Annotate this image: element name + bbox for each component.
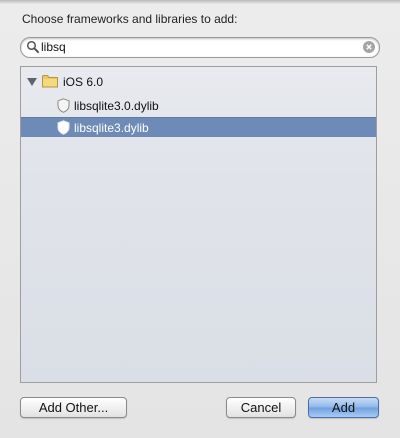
search-input[interactable] [41, 39, 361, 55]
magnifier-icon [26, 40, 39, 53]
folder-icon [42, 75, 58, 88]
disclosure-triangle-icon[interactable] [27, 77, 37, 87]
list-item-libsqlite3[interactable]: libsqlite3.dylib [21, 117, 376, 137]
clear-search-icon[interactable] [363, 41, 375, 53]
library-list[interactable]: iOS 6.0 libsqlite3.0.dylib libsqlite3.dy… [20, 66, 377, 383]
list-item-libsqlite3-0[interactable]: libsqlite3.0.dylib [21, 96, 376, 116]
list-item-label: libsqlite3.dylib [74, 121, 149, 135]
sheet-top-shadow [0, 0, 400, 4]
sdk-group-row[interactable]: iOS 6.0 [21, 72, 376, 92]
list-item-label: libsqlite3.0.dylib [74, 99, 159, 113]
framework-picker-sheet: Choose frameworks and libraries to add: … [0, 0, 400, 438]
cancel-button[interactable]: Cancel [226, 397, 296, 418]
add-other-button[interactable]: Add Other... [20, 397, 127, 418]
sdk-group-label: iOS 6.0 [63, 75, 104, 89]
add-button[interactable]: Add [308, 397, 379, 418]
search-field[interactable] [20, 37, 380, 58]
library-shield-icon [57, 120, 70, 135]
prompt-label: Choose frameworks and libraries to add: [22, 12, 238, 26]
library-shield-icon [57, 98, 70, 113]
